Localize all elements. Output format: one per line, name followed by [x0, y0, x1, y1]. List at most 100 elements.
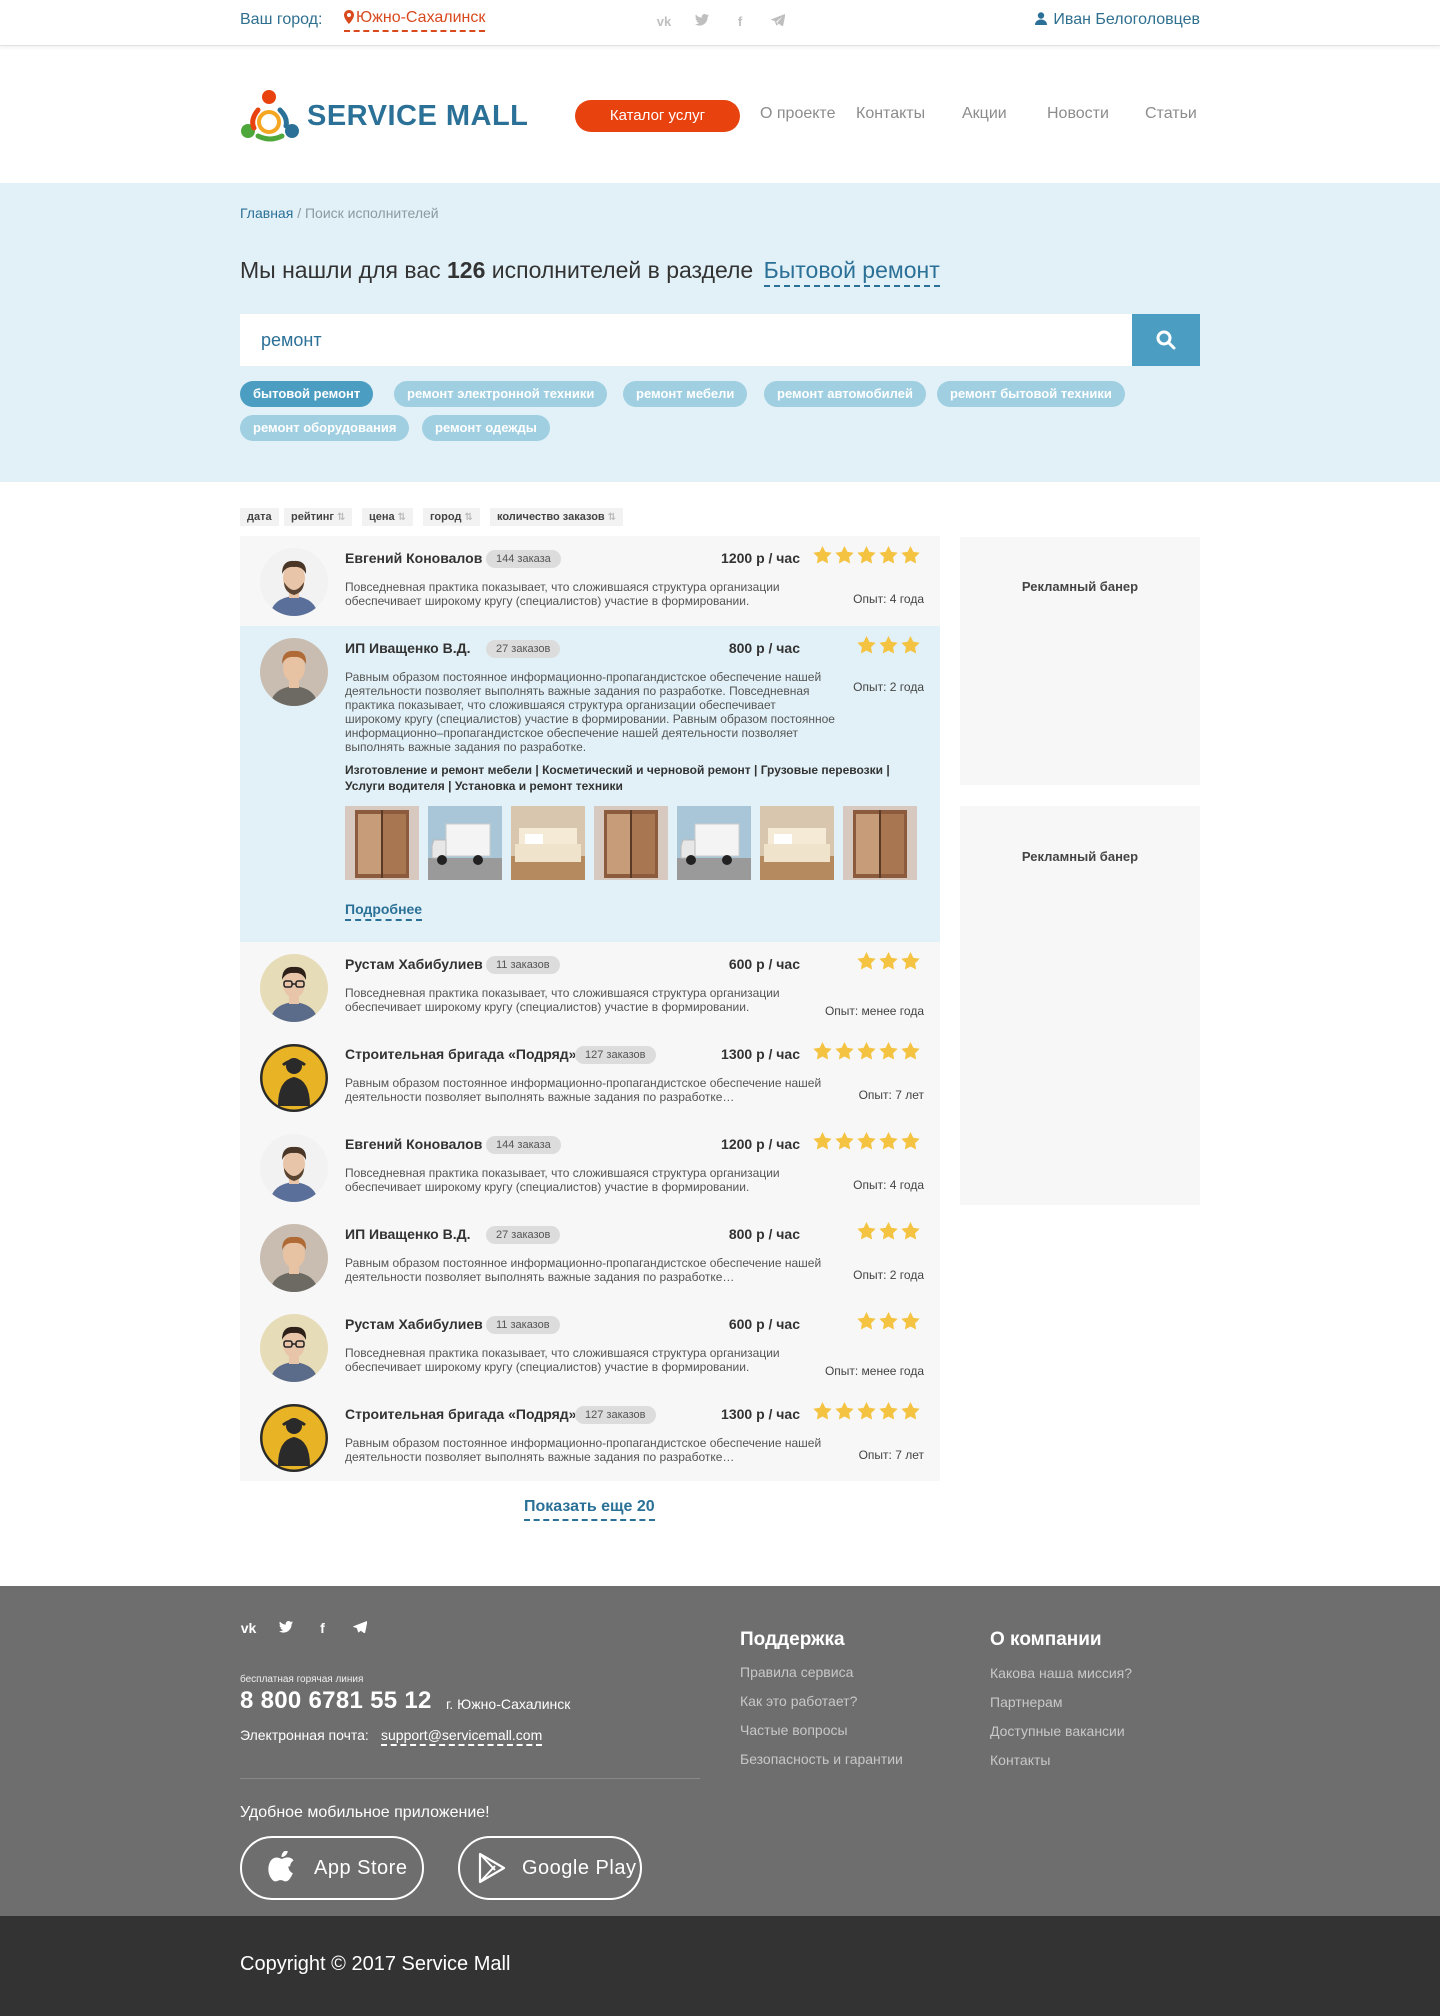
breadcrumb-home[interactable]: Главная	[240, 205, 293, 221]
tag-electronics-repair[interactable]: ремонт электронной техники	[394, 381, 608, 407]
avatar[interactable]	[260, 548, 328, 616]
avatar[interactable]	[260, 1224, 328, 1292]
sort-date[interactable]: дата	[240, 508, 279, 526]
performer-row[interactable]: Строительная бригада «Подряд» 127 заказов…	[240, 1392, 940, 1481]
footer-link-vacancies[interactable]: Доступные вакансии	[990, 1723, 1125, 1739]
social-links-top: vk f	[655, 13, 787, 31]
facebook-icon[interactable]: f	[731, 13, 749, 31]
performer-name[interactable]: Рустам Хабибулиев	[345, 1316, 483, 1332]
performer-name[interactable]: Евгений Коновалов	[345, 550, 482, 566]
avatar[interactable]	[260, 954, 328, 1022]
twitter-icon[interactable]	[693, 13, 711, 31]
star-icon	[857, 1222, 876, 1245]
sort-orders[interactable]: количество заказов ⇅	[490, 508, 624, 526]
nav-item-promotions[interactable]: Акции	[962, 105, 1007, 123]
performer-name[interactable]: Рустам Хабибулиев	[345, 956, 483, 972]
portfolio-thumbnail[interactable]	[760, 806, 834, 880]
avatar[interactable]	[260, 638, 328, 706]
category-selector[interactable]: Бытовой ремонт	[763, 257, 940, 287]
performer-row[interactable]: ИП Иващенко В.Д. 27 заказов 800 р / час Рав…	[240, 1212, 940, 1302]
tag-appliance-repair[interactable]: ремонт бытовой техники	[937, 381, 1125, 407]
tag-car-repair[interactable]: ремонт автомобилей	[764, 381, 926, 407]
google-play-button[interactable]: Google Play	[458, 1836, 642, 1900]
app-store-button[interactable]: App Store	[240, 1836, 424, 1900]
experience: Опыт: 7 лет	[858, 1448, 924, 1462]
user-menu[interactable]: Иван Белоголовцев	[1035, 11, 1200, 29]
footer-link-rules[interactable]: Правила сервиса	[740, 1664, 853, 1680]
ad-banner[interactable]: Рекламный банер	[960, 537, 1200, 785]
logo[interactable]: SERVICE MALL	[240, 88, 528, 144]
tag-furniture-repair[interactable]: ремонт мебели	[623, 381, 748, 407]
nav-item-about[interactable]: О проекте	[760, 105, 835, 123]
portfolio-thumbnail[interactable]	[843, 806, 917, 880]
avatar[interactable]	[260, 1134, 328, 1202]
performer-name[interactable]: Строительная бригада «Подряд»	[345, 1046, 576, 1062]
star-icon	[813, 1042, 832, 1065]
portfolio-thumbnail[interactable]	[677, 806, 751, 880]
star-icon	[879, 1402, 898, 1425]
telegram-icon[interactable]	[351, 1620, 368, 1637]
performer-row[interactable]: Евгений Коновалов 144 заказа 1200 р / час П…	[240, 1122, 940, 1212]
orders-badge: 11 заказов	[486, 956, 560, 974]
performer-list: Евгений Коновалов 144 заказа 1200 р / час П…	[240, 536, 940, 1481]
rating-stars	[813, 1042, 920, 1065]
performer-name[interactable]: Строительная бригада «Подряд»	[345, 1406, 576, 1422]
search-button[interactable]	[1132, 314, 1200, 366]
footer-link-partners[interactable]: Партнерам	[990, 1694, 1062, 1710]
sort-price[interactable]: цена ⇅	[362, 508, 414, 526]
ad-banner[interactable]: Рекламный банер	[960, 806, 1200, 1205]
catalog-button[interactable]: Каталог услуг	[575, 100, 740, 132]
star-icon	[857, 636, 876, 659]
nav-item-contacts[interactable]: Контакты	[856, 105, 925, 123]
city-value: Южно-Сахалинск	[356, 9, 486, 26]
portfolio-thumbnail[interactable]	[511, 806, 585, 880]
rating-stars	[857, 952, 920, 975]
hotline-phone[interactable]: 8 800 6781 55 12	[240, 1687, 432, 1715]
phone-city: г. Южно-Сахалинск	[446, 1696, 571, 1712]
performer-row[interactable]: Рустам Хабибулиев 11 заказов 600 р / час По…	[240, 1302, 940, 1392]
tag-clothes-repair[interactable]: ремонт одежды	[422, 415, 550, 441]
service-list: Изготовление и ремонт мебели | Косметиче…	[345, 763, 890, 793]
more-details-link[interactable]: Подробнее	[345, 901, 423, 921]
performer-row[interactable]: Рустам Хабибулиев 11 заказов 600 р / час По…	[240, 942, 940, 1032]
show-more-button[interactable]: Показать еще 20	[524, 1498, 655, 1521]
app-label: Удобное мобильное приложение!	[240, 1804, 490, 1821]
performer-row[interactable]: ИП Иващенко В.Д. 27 заказов 800 р / час Рав…	[240, 626, 940, 942]
sort-arrows-icon: ⇅	[336, 512, 346, 523]
search-input[interactable]	[240, 314, 1132, 366]
footer-link-how-it-works[interactable]: Как это работает?	[740, 1693, 857, 1709]
nav-item-news[interactable]: Новости	[1047, 105, 1109, 123]
star-icon	[901, 1132, 920, 1155]
vk-icon[interactable]: vk	[655, 13, 673, 31]
portfolio-thumbnail[interactable]	[428, 806, 502, 880]
sort-rating[interactable]: рейтинг ⇅	[284, 508, 353, 526]
twitter-icon[interactable]	[277, 1620, 294, 1637]
footer-link-mission[interactable]: Какова наша миссия?	[990, 1665, 1132, 1681]
performer-name[interactable]: Евгений Коновалов	[345, 1136, 482, 1152]
performer-name[interactable]: ИП Иващенко В.Д.	[345, 640, 470, 656]
avatar[interactable]	[260, 1404, 328, 1472]
price: 1300 р / час	[721, 1406, 800, 1422]
tag-household-repair[interactable]: бытовой ремонт	[240, 381, 374, 407]
performer-name[interactable]: ИП Иващенко В.Д.	[345, 1226, 470, 1242]
portfolio-thumbnail[interactable]	[594, 806, 668, 880]
tag-equipment-repair[interactable]: ремонт оборудования	[240, 415, 410, 441]
star-icon	[901, 1042, 920, 1065]
footer-link-contacts[interactable]: Контакты	[990, 1752, 1050, 1768]
email-link[interactable]: support@servicemall.com	[381, 1727, 543, 1746]
avatar[interactable]	[260, 1044, 328, 1112]
telegram-icon[interactable]	[769, 13, 787, 31]
avatar[interactable]	[260, 1314, 328, 1382]
hotline-label: бесплатная горячая линия	[240, 1674, 364, 1685]
portfolio-thumbnail[interactable]	[345, 806, 419, 880]
facebook-icon[interactable]: f	[314, 1620, 331, 1637]
sort-city[interactable]: город ⇅	[423, 508, 480, 526]
logo-mark-icon	[241, 90, 299, 142]
vk-icon[interactable]: vk	[240, 1620, 257, 1637]
performer-row[interactable]: Евгений Коновалов 144 заказа 1200 р / час П…	[240, 536, 940, 626]
nav-item-articles[interactable]: Статьи	[1145, 105, 1197, 123]
footer-link-faq[interactable]: Частые вопросы	[740, 1722, 848, 1738]
city-selector[interactable]: Южно-Сахалинск	[344, 9, 486, 32]
footer-link-security[interactable]: Безопасность и гарантии	[740, 1751, 903, 1767]
performer-row[interactable]: Строительная бригада «Подряд» 127 заказов…	[240, 1032, 940, 1122]
